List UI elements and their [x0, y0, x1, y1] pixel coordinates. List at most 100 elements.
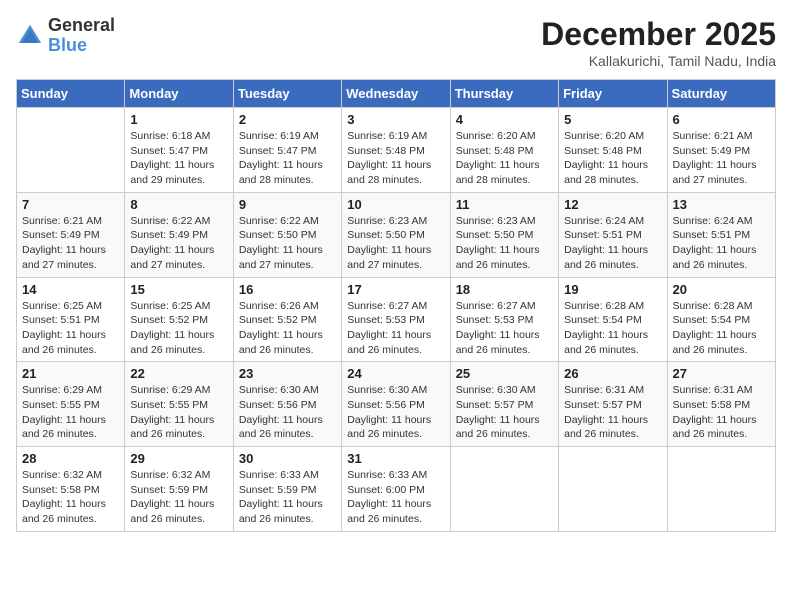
- calendar-cell: 14Sunrise: 6:25 AM Sunset: 5:51 PM Dayli…: [17, 277, 125, 362]
- calendar-cell: 23Sunrise: 6:30 AM Sunset: 5:56 PM Dayli…: [233, 362, 341, 447]
- day-number: 25: [456, 366, 553, 381]
- calendar-cell: 28 Sunrise: 6:32 AM Sunset: 5:58 PM Dayli…: [17, 447, 125, 532]
- calendar-cell: 6Sunrise: 6:21 AM Sunset: 5:49 PM Daylig…: [667, 108, 775, 193]
- day-number: 8: [130, 197, 227, 212]
- day-info: Sunrise: 6:20 AM Sunset: 5:48 PM Dayligh…: [564, 129, 661, 188]
- location: Kallakurichi, Tamil Nadu, India: [541, 53, 776, 69]
- calendar-cell: 26 Sunrise: 6:31 AM Sunset: 5:57 PM Dayli…: [559, 362, 667, 447]
- day-number: 10: [347, 197, 444, 212]
- day-info: Sunrise: 6:27 AM Sunset: 5:53 PM Dayligh…: [456, 299, 553, 358]
- day-number: 11: [456, 197, 553, 212]
- calendar-cell: 17Sunrise: 6:27 AM Sunset: 5:53 PM Dayli…: [342, 277, 450, 362]
- day-info: Sunrise: 6:32 AM Sunset: 5:59 PM Dayligh…: [130, 468, 227, 527]
- day-number: 29: [130, 451, 227, 466]
- title-block: December 2025 Kallakurichi, Tamil Nadu, …: [541, 16, 776, 69]
- day-info: Sunrise: 6:21 AM Sunset: 5:49 PM Dayligh…: [22, 214, 119, 273]
- day-number: 30: [239, 451, 336, 466]
- day-number: 27: [673, 366, 770, 381]
- calendar-week-row: 14Sunrise: 6:25 AM Sunset: 5:51 PM Dayli…: [17, 277, 776, 362]
- day-info: Sunrise: 6:31 AM Sunset: 5:57 PM Dayligh…: [564, 383, 661, 442]
- calendar-cell: [667, 447, 775, 532]
- calendar-cell: 19Sunrise: 6:28 AM Sunset: 5:54 PM Dayli…: [559, 277, 667, 362]
- calendar-body: 1 Sunrise: 6:18 AM Sunset: 5:47 PM Daylig…: [17, 108, 776, 532]
- day-info: Sunrise: 6:30 AM Sunset: 5:56 PM Dayligh…: [239, 383, 336, 442]
- day-number: 2: [239, 112, 336, 127]
- column-header-wednesday: Wednesday: [342, 80, 450, 108]
- day-number: 4: [456, 112, 553, 127]
- calendar-cell: 21 Sunrise: 6:29 AM Sunset: 5:55 PM Dayli…: [17, 362, 125, 447]
- day-info: Sunrise: 6:32 AM Sunset: 5:58 PM Dayligh…: [22, 468, 119, 527]
- day-info: Sunrise: 6:29 AM Sunset: 5:55 PM Dayligh…: [130, 383, 227, 442]
- calendar-table: SundayMondayTuesdayWednesdayThursdayFrid…: [16, 79, 776, 532]
- day-number: 28: [22, 451, 119, 466]
- calendar-cell: 31 Sunrise: 6:33 AM Sunset: 6:00 PM Dayli…: [342, 447, 450, 532]
- logo: General Blue: [16, 16, 115, 56]
- day-info: Sunrise: 6:19 AM Sunset: 5:47 PM Dayligh…: [239, 129, 336, 188]
- calendar-cell: 24Sunrise: 6:30 AM Sunset: 5:56 PM Dayli…: [342, 362, 450, 447]
- day-number: 3: [347, 112, 444, 127]
- day-info: Sunrise: 6:33 AM Sunset: 6:00 PM Dayligh…: [347, 468, 444, 527]
- day-number: 12: [564, 197, 661, 212]
- calendar-cell: 1 Sunrise: 6:18 AM Sunset: 5:47 PM Daylig…: [125, 108, 233, 193]
- calendar-week-row: 21 Sunrise: 6:29 AM Sunset: 5:55 PM Dayli…: [17, 362, 776, 447]
- day-number: 26: [564, 366, 661, 381]
- day-info: Sunrise: 6:24 AM Sunset: 5:51 PM Dayligh…: [673, 214, 770, 273]
- day-info: Sunrise: 6:24 AM Sunset: 5:51 PM Dayligh…: [564, 214, 661, 273]
- day-number: 14: [22, 282, 119, 297]
- day-info: Sunrise: 6:33 AM Sunset: 5:59 PM Dayligh…: [239, 468, 336, 527]
- day-info: Sunrise: 6:28 AM Sunset: 5:54 PM Dayligh…: [673, 299, 770, 358]
- column-header-monday: Monday: [125, 80, 233, 108]
- calendar-cell: [559, 447, 667, 532]
- logo-general: General: [48, 15, 115, 35]
- column-header-thursday: Thursday: [450, 80, 558, 108]
- calendar-cell: [450, 447, 558, 532]
- day-number: 21: [22, 366, 119, 381]
- day-info: Sunrise: 6:31 AM Sunset: 5:58 PM Dayligh…: [673, 383, 770, 442]
- column-header-friday: Friday: [559, 80, 667, 108]
- calendar-cell: 29 Sunrise: 6:32 AM Sunset: 5:59 PM Dayli…: [125, 447, 233, 532]
- logo-blue: Blue: [48, 35, 87, 55]
- calendar-cell: 9Sunrise: 6:22 AM Sunset: 5:50 PM Daylig…: [233, 192, 341, 277]
- calendar-cell: 11 Sunrise: 6:23 AM Sunset: 5:50 PM Dayli…: [450, 192, 558, 277]
- day-info: Sunrise: 6:29 AM Sunset: 5:55 PM Dayligh…: [22, 383, 119, 442]
- day-info: Sunrise: 6:18 AM Sunset: 5:47 PM Dayligh…: [130, 129, 227, 188]
- calendar-cell: 20 Sunrise: 6:28 AM Sunset: 5:54 PM Dayli…: [667, 277, 775, 362]
- calendar-cell: 15Sunrise: 6:25 AM Sunset: 5:52 PM Dayli…: [125, 277, 233, 362]
- month-title: December 2025: [541, 16, 776, 53]
- day-number: 22: [130, 366, 227, 381]
- day-number: 13: [673, 197, 770, 212]
- day-number: 20: [673, 282, 770, 297]
- day-number: 15: [130, 282, 227, 297]
- calendar-cell: 30 Sunrise: 6:33 AM Sunset: 5:59 PM Dayli…: [233, 447, 341, 532]
- calendar-cell: 27 Sunrise: 6:31 AM Sunset: 5:58 PM Dayli…: [667, 362, 775, 447]
- calendar-week-row: 1 Sunrise: 6:18 AM Sunset: 5:47 PM Daylig…: [17, 108, 776, 193]
- calendar-week-row: 7 Sunrise: 6:21 AM Sunset: 5:49 PM Daylig…: [17, 192, 776, 277]
- day-number: 9: [239, 197, 336, 212]
- day-number: 18: [456, 282, 553, 297]
- day-number: 5: [564, 112, 661, 127]
- calendar-cell: 4 Sunrise: 6:20 AM Sunset: 5:48 PM Daylig…: [450, 108, 558, 193]
- calendar-cell: 13 Sunrise: 6:24 AM Sunset: 5:51 PM Dayli…: [667, 192, 775, 277]
- day-info: Sunrise: 6:30 AM Sunset: 5:57 PM Dayligh…: [456, 383, 553, 442]
- day-info: Sunrise: 6:23 AM Sunset: 5:50 PM Dayligh…: [347, 214, 444, 273]
- day-info: Sunrise: 6:23 AM Sunset: 5:50 PM Dayligh…: [456, 214, 553, 273]
- day-info: Sunrise: 6:22 AM Sunset: 5:49 PM Dayligh…: [130, 214, 227, 273]
- calendar-cell: 2 Sunrise: 6:19 AM Sunset: 5:47 PM Daylig…: [233, 108, 341, 193]
- calendar-week-row: 28 Sunrise: 6:32 AM Sunset: 5:58 PM Dayli…: [17, 447, 776, 532]
- calendar-header-row: SundayMondayTuesdayWednesdayThursdayFrid…: [17, 80, 776, 108]
- day-number: 6: [673, 112, 770, 127]
- day-info: Sunrise: 6:26 AM Sunset: 5:52 PM Dayligh…: [239, 299, 336, 358]
- day-number: 31: [347, 451, 444, 466]
- day-info: Sunrise: 6:30 AM Sunset: 5:56 PM Dayligh…: [347, 383, 444, 442]
- day-info: Sunrise: 6:20 AM Sunset: 5:48 PM Dayligh…: [456, 129, 553, 188]
- calendar-cell: 12 Sunrise: 6:24 AM Sunset: 5:51 PM Dayli…: [559, 192, 667, 277]
- day-info: Sunrise: 6:19 AM Sunset: 5:48 PM Dayligh…: [347, 129, 444, 188]
- calendar-cell: 16Sunrise: 6:26 AM Sunset: 5:52 PM Dayli…: [233, 277, 341, 362]
- calendar-cell: 5 Sunrise: 6:20 AM Sunset: 5:48 PM Daylig…: [559, 108, 667, 193]
- calendar-cell: 7 Sunrise: 6:21 AM Sunset: 5:49 PM Daylig…: [17, 192, 125, 277]
- day-number: 1: [130, 112, 227, 127]
- day-number: 7: [22, 197, 119, 212]
- column-header-sunday: Sunday: [17, 80, 125, 108]
- day-info: Sunrise: 6:28 AM Sunset: 5:54 PM Dayligh…: [564, 299, 661, 358]
- day-info: Sunrise: 6:27 AM Sunset: 5:53 PM Dayligh…: [347, 299, 444, 358]
